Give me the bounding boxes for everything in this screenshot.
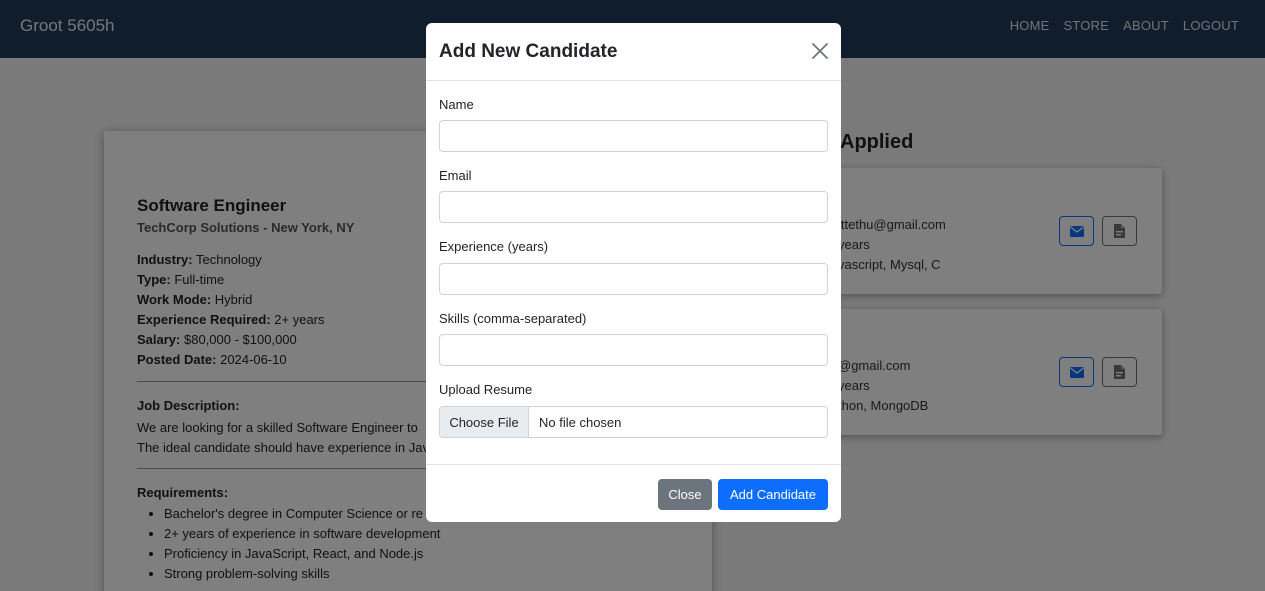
modal-title: Add New Candidate — [439, 41, 618, 62]
add-candidate-button[interactable]: Add Candidate — [718, 479, 828, 510]
skills-input[interactable] — [439, 334, 828, 366]
modal-header: Add New Candidate — [426, 23, 841, 81]
close-button[interactable]: Close — [658, 479, 712, 510]
email-input[interactable] — [439, 191, 828, 223]
experience-input[interactable] — [439, 263, 828, 295]
experience-label: Experience (years) — [439, 239, 549, 254]
resume-file-input[interactable]: Choose File No file chosen — [439, 406, 828, 438]
modal-footer: Close Add Candidate — [426, 464, 841, 522]
skills-label: Skills (comma-separated) — [439, 311, 587, 326]
close-icon — [812, 43, 828, 59]
add-candidate-modal: Add New Candidate Name Email Experience … — [426, 23, 841, 522]
file-status: No file chosen — [539, 414, 622, 430]
name-input[interactable] — [439, 120, 828, 152]
resume-label: Upload Resume — [439, 382, 533, 397]
email-label: Email — [439, 168, 472, 183]
close-modal-button[interactable] — [811, 42, 829, 60]
choose-file-button[interactable]: Choose File — [440, 407, 529, 437]
name-label: Name — [439, 97, 474, 112]
